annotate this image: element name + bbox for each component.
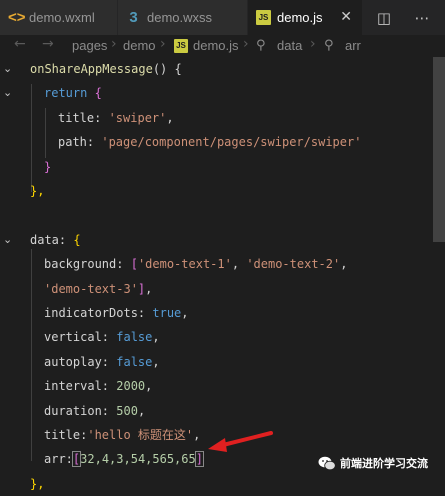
breadcrumb-item-data[interactable]: data xyxy=(277,38,302,53)
breadcrumb-item-pages[interactable]: pages xyxy=(72,38,107,53)
tab-label: demo.wxml xyxy=(29,10,95,25)
tab-bar: <> demo.wxml 3 demo.wxss JS demo.js ✕ ◫ … xyxy=(0,0,445,35)
js-file-icon: JS xyxy=(174,39,188,53)
breadcrumb-item-arr[interactable]: arr xyxy=(345,38,361,53)
tab-demo-wxml[interactable]: <> demo.wxml xyxy=(0,0,118,35)
code-line: background: ['demo-text-1', 'demo-text-2… xyxy=(44,257,348,271)
red-arrow-annotation xyxy=(208,431,273,452)
code-line: 'demo-text-3'], xyxy=(44,282,153,296)
code-line: interval: 2000, xyxy=(44,379,153,393)
code-line: title:'hello 标题在这', xyxy=(44,428,201,442)
tab-label: demo.js xyxy=(277,10,323,25)
breadcrumb: ← → pages › demo › JS demo.js › ⚲ data ›… xyxy=(0,35,445,57)
tab-label: demo.wxss xyxy=(147,10,213,25)
tab-demo-wxss[interactable]: 3 demo.wxss xyxy=(118,0,248,35)
code-line: data: { xyxy=(30,233,81,247)
breadcrumb-item-demo-js[interactable]: demo.js xyxy=(193,38,239,53)
chevron-right-icon: › xyxy=(243,36,249,52)
code-line: vertical: false, xyxy=(44,330,160,344)
code-line: indicatorDots: true, xyxy=(44,306,189,320)
js-file-icon: JS xyxy=(256,10,271,25)
wxss-file-icon: 3 xyxy=(129,9,138,26)
code-line: return { xyxy=(44,86,102,100)
chevron-right-icon: › xyxy=(160,36,166,52)
chevron-right-icon: › xyxy=(111,36,117,52)
back-arrow-icon[interactable]: ← xyxy=(14,36,26,52)
code-line: title: 'swiper', xyxy=(58,111,174,125)
code-line: path: 'page/component/pages/swiper/swipe… xyxy=(58,135,362,149)
tab-demo-js[interactable]: JS demo.js ✕ xyxy=(248,0,363,35)
code-line: }, xyxy=(30,184,45,198)
chevron-right-icon: › xyxy=(310,36,316,52)
wrench-icon: ⚲ xyxy=(256,38,266,53)
code-line: autoplay: false, xyxy=(44,355,160,369)
split-editor-icon[interactable]: ◫ xyxy=(372,6,396,30)
code-editor[interactable]: onShareAppMessage() { return { title: 's… xyxy=(0,57,445,491)
forward-arrow-icon[interactable]: → xyxy=(42,36,54,52)
code-line-current: arr:[32,4,3,54,565,65] xyxy=(44,451,205,467)
code-line: } xyxy=(44,160,52,174)
code-line: onShareAppMessage() { xyxy=(30,62,182,76)
watermark-text: 前端进阶学习交流 xyxy=(340,457,428,470)
close-icon[interactable]: ✕ xyxy=(340,9,352,25)
wechat-icon xyxy=(318,456,336,470)
breadcrumb-item-demo[interactable]: demo xyxy=(123,38,156,53)
code-line: duration: 500, xyxy=(44,404,146,418)
wrench-icon: ⚲ xyxy=(324,38,334,53)
editor-scrollbar-thumb[interactable] xyxy=(433,57,445,242)
code-line: }, xyxy=(30,477,45,491)
watermark: 前端进阶学习交流 xyxy=(318,455,428,471)
wxml-file-icon: <> xyxy=(8,9,26,26)
more-actions-icon[interactable]: ⋯ xyxy=(410,6,434,30)
